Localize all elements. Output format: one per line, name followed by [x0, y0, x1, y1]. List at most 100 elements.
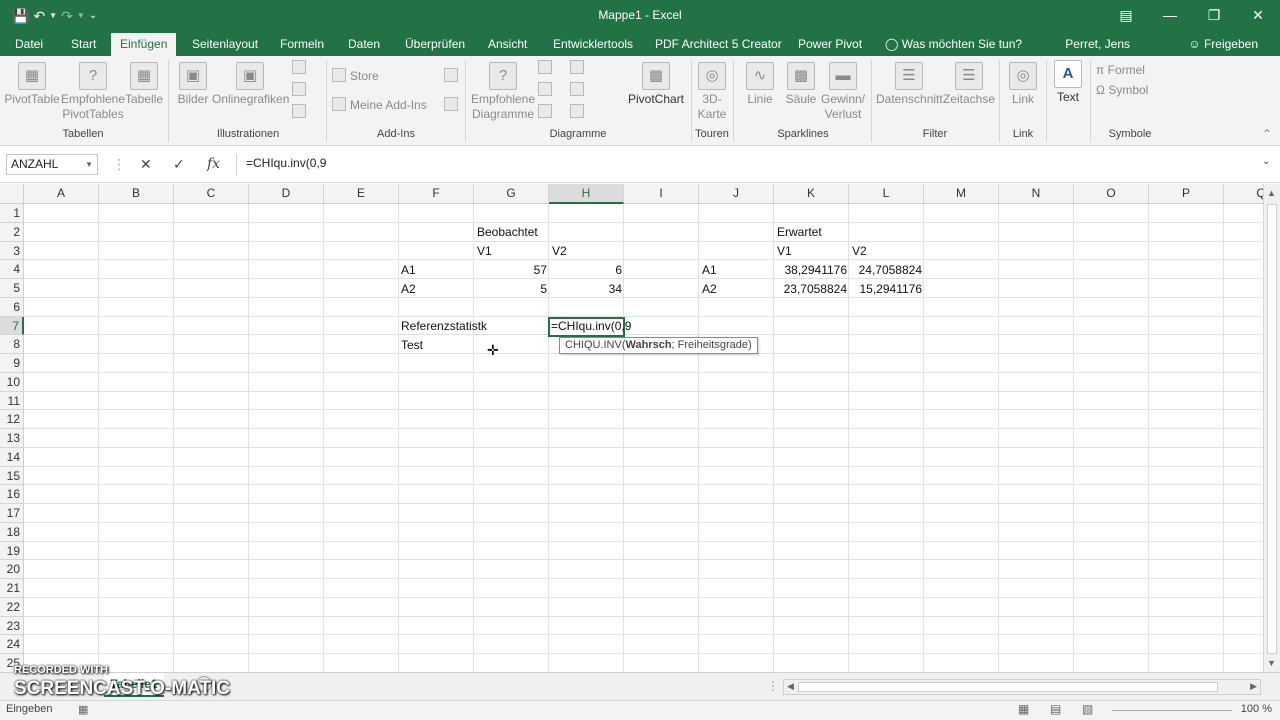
- row-header-10[interactable]: 10: [0, 372, 24, 392]
- cell-G5[interactable]: 5: [474, 280, 549, 298]
- row-header-17[interactable]: 17: [0, 504, 24, 523]
- pivottable-button[interactable]: ▦ PivotTable: [4, 62, 60, 107]
- normal-view-icon[interactable]: ▦: [1018, 702, 1029, 716]
- sparkline-winloss-button[interactable]: ▬ Gewinn/ Verlust: [820, 62, 866, 122]
- row-header-24[interactable]: 24: [0, 635, 24, 654]
- column-header-H[interactable]: H: [549, 184, 624, 204]
- scroll-up-icon[interactable]: ▲: [1267, 188, 1276, 198]
- row-header-22[interactable]: 22: [0, 597, 24, 617]
- minimize-icon[interactable]: —: [1148, 0, 1192, 32]
- row-header-4[interactable]: 4: [0, 260, 24, 279]
- page-layout-view-icon[interactable]: ▤: [1050, 702, 1061, 716]
- vertical-scrollbar[interactable]: ▲ ▼: [1263, 184, 1280, 672]
- function-tooltip[interactable]: CHIQU.INV(Wahrsch; Freiheitsgrade): [559, 337, 758, 354]
- timeline-button[interactable]: ☰ Zeitachse: [942, 62, 996, 107]
- ribbon-display-options-icon[interactable]: ▤: [1104, 0, 1148, 32]
- column-header-D[interactable]: D: [249, 184, 324, 204]
- sparkline-column-button[interactable]: ▩ Säule: [782, 62, 820, 107]
- row-header-23[interactable]: 23: [0, 616, 24, 636]
- save-icon[interactable]: 💾: [12, 6, 29, 26]
- row-header-9[interactable]: 9: [0, 354, 24, 373]
- column-header-O[interactable]: O: [1074, 184, 1149, 204]
- people-graph-button[interactable]: [444, 97, 462, 113]
- cell-H3[interactable]: V2: [550, 242, 569, 260]
- zoom-level[interactable]: 100 %: [1241, 703, 1272, 715]
- column-header-J[interactable]: J: [699, 184, 774, 204]
- cell-H7-editing[interactable]: =CHIqu.inv(0,9: [549, 317, 633, 335]
- cell-H4[interactable]: 6: [549, 261, 624, 279]
- pivotchart-button[interactable]: ▩ PivotChart: [626, 62, 686, 107]
- recommended-charts-button[interactable]: ? Empfohlene Diagramme: [470, 62, 536, 122]
- cell-G3[interactable]: V1: [475, 242, 494, 260]
- redo-dropdown-icon[interactable]: ▼: [77, 6, 85, 26]
- row-header-6[interactable]: 6: [0, 297, 24, 317]
- slicer-button[interactable]: ☰ Datenschnitt: [876, 62, 943, 107]
- tab-daten[interactable]: Daten: [339, 32, 389, 56]
- row-header-7[interactable]: 7: [0, 316, 24, 336]
- tooltip-function-name[interactable]: CHIQU.INV(: [565, 339, 626, 351]
- enter-icon[interactable]: ✓: [173, 156, 185, 173]
- column-header-N[interactable]: N: [999, 184, 1074, 204]
- page-break-view-icon[interactable]: ▧: [1082, 702, 1093, 716]
- horizontal-scrollbar[interactable]: ◀ ▶: [783, 679, 1261, 695]
- row-header-5[interactable]: 5: [0, 279, 24, 298]
- cancel-icon[interactable]: ✕: [140, 156, 152, 173]
- scroll-left-icon[interactable]: ◀: [787, 681, 794, 692]
- cell-K3[interactable]: V1: [775, 242, 794, 260]
- user-name[interactable]: Perret, Jens: [1065, 32, 1130, 56]
- tab-einfuegen[interactable]: Einfügen: [111, 33, 177, 56]
- row-header-2[interactable]: 2: [0, 222, 24, 242]
- zoom-slider[interactable]: [1112, 710, 1232, 711]
- column-header-E[interactable]: E: [324, 184, 399, 204]
- scroll-right-icon[interactable]: ▶: [1250, 681, 1257, 692]
- pie-chart-button[interactable]: [538, 104, 556, 120]
- worksheet-grid[interactable]: ABCDEFGHIJKLMNOPQ 1 2 3 4 5 6 7 8 9 10 11 12 13 14 15 1…: [0, 184, 1270, 672]
- row-header-18[interactable]: 18: [0, 522, 24, 542]
- maximize-icon[interactable]: ❐: [1192, 0, 1236, 32]
- column-header-K[interactable]: K: [774, 184, 849, 204]
- tab-ueberpruefen[interactable]: Überprüfen: [396, 32, 474, 56]
- 3d-map-button[interactable]: ◎ 3D- Karte: [694, 62, 730, 122]
- column-header-I[interactable]: I: [624, 184, 699, 204]
- cell-K4[interactable]: 38,2941176: [774, 261, 849, 279]
- row-header-12[interactable]: 12: [0, 410, 24, 429]
- cell-L5[interactable]: 15,2941176: [849, 280, 924, 298]
- link-button[interactable]: ◎ Link: [1005, 62, 1041, 107]
- store-button[interactable]: Store: [332, 68, 379, 84]
- column-header-B[interactable]: B: [99, 184, 174, 204]
- smartart-button[interactable]: [292, 82, 310, 98]
- cell-F5[interactable]: A2: [399, 280, 418, 298]
- formula-input[interactable]: =CHIqu.inv(0,9: [236, 154, 1266, 175]
- scatter-chart-button[interactable]: [570, 104, 588, 120]
- tab-entwicklertools[interactable]: Entwicklertools: [544, 32, 642, 56]
- undo-dropdown-icon[interactable]: ▼: [49, 6, 57, 26]
- row-header-8[interactable]: 8: [0, 335, 24, 354]
- tab-split-handle[interactable]: ⋮: [767, 679, 779, 693]
- cell-J4[interactable]: A1: [700, 261, 719, 279]
- horizontal-scroll-thumb[interactable]: [798, 682, 1218, 692]
- cell-K5[interactable]: 23,7058824: [774, 280, 849, 298]
- vertical-scroll-thumb[interactable]: [1267, 204, 1277, 654]
- column-header-F[interactable]: F: [399, 184, 474, 204]
- cell-L4[interactable]: 24,7058824: [849, 261, 924, 279]
- pictures-button[interactable]: ▣ Bilder: [174, 62, 212, 107]
- redo-icon[interactable]: ↷: [61, 6, 73, 26]
- tell-me-search[interactable]: ◯ Was möchten Sie tun?: [876, 32, 1031, 56]
- scroll-down-icon[interactable]: ▼: [1267, 658, 1276, 668]
- equation-button[interactable]: π Formel: [1096, 62, 1145, 78]
- name-box[interactable]: ANZAHL ▼: [6, 154, 98, 175]
- tooltip-current-arg[interactable]: Wahrsch: [626, 339, 672, 351]
- cell-F7[interactable]: Referenzstatistk: [399, 317, 489, 335]
- line-chart-button[interactable]: [538, 82, 556, 98]
- tab-datei[interactable]: Datei: [6, 32, 52, 56]
- row-header-14[interactable]: 14: [0, 447, 24, 467]
- cell-F8[interactable]: Test: [399, 336, 425, 354]
- row-header-13[interactable]: 13: [0, 429, 24, 448]
- tab-pdf-architect[interactable]: PDF Architect 5 Creator: [646, 32, 791, 56]
- row-header-15[interactable]: 15: [0, 466, 24, 486]
- tab-seitenlayout[interactable]: Seitenlayout: [183, 32, 267, 56]
- cell-H5[interactable]: 34: [549, 280, 624, 298]
- row-header-1[interactable]: 1: [0, 204, 24, 223]
- row-header-20[interactable]: 20: [0, 560, 24, 579]
- text-button[interactable]: A Text: [1050, 60, 1086, 105]
